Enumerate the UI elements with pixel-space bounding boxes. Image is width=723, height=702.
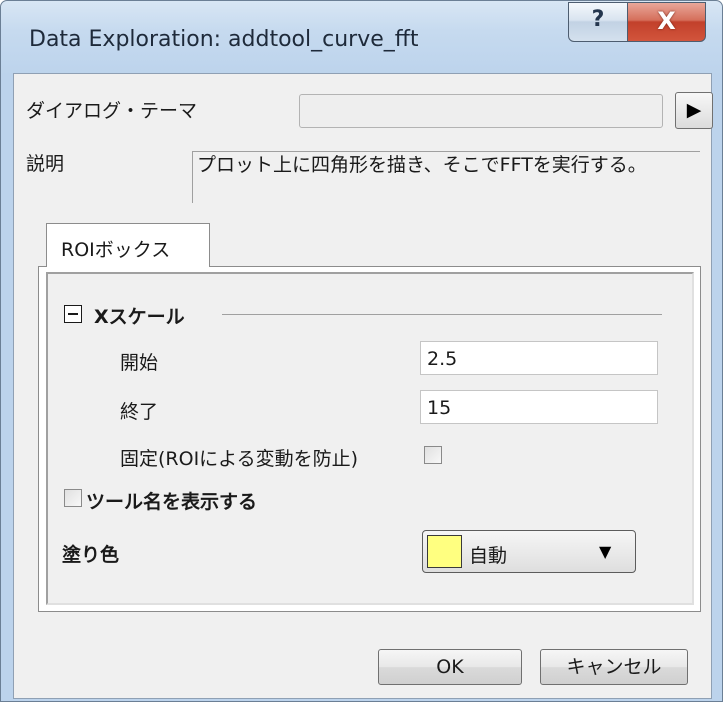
end-label: 終了 (120, 401, 159, 423)
help-button[interactable]: ? (568, 2, 628, 42)
end-input[interactable]: 15 (420, 390, 658, 424)
fix-label: 固定(ROIによる変動を防止) (120, 448, 359, 470)
dialog-window: Data Exploration: addtool_curve_fft ? X … (0, 0, 723, 702)
theme-input[interactable] (299, 94, 663, 128)
xscale-header: Xスケール (94, 306, 185, 328)
tab-roi-box[interactable]: ROIボックス (46, 223, 210, 267)
collapse-toggle-icon[interactable] (64, 305, 82, 323)
start-label: 開始 (120, 352, 159, 374)
fill-color-value: 自動 (469, 545, 508, 567)
fix-checkbox[interactable] (424, 446, 442, 464)
window-title: Data Exploration: addtool_curve_fft (29, 27, 419, 52)
ok-button[interactable]: OK (378, 649, 522, 685)
color-swatch (427, 535, 462, 568)
show-tool-name-label: ツール名を表示する (86, 491, 258, 513)
cancel-button[interactable]: キャンセル (540, 649, 688, 685)
group-divider (222, 314, 662, 315)
close-button[interactable]: X (627, 2, 706, 42)
fill-color-dropdown[interactable]: 自動 ▼ (422, 530, 636, 573)
fill-color-label: 塗り色 (62, 544, 120, 566)
theme-menu-button[interactable]: ▶ (675, 92, 713, 129)
close-icon: X (657, 7, 676, 35)
description-text: プロット上に四角形を描き、そこでFFTを実行する。 (192, 151, 700, 203)
description-label: 説明 (26, 153, 65, 175)
triangle-right-icon: ▶ (686, 99, 702, 121)
theme-label: ダイアログ・テーマ (26, 100, 198, 122)
show-tool-name-checkbox[interactable] (64, 489, 82, 507)
help-icon: ? (591, 7, 605, 32)
chevron-down-icon: ▼ (599, 542, 612, 561)
tab-roi-box-label: ROIボックス (61, 239, 171, 261)
dialog-client-area: ダイアログ・テーマ ▶ 説明 プロット上に四角形を描き、そこでFFTを実行する。… (13, 73, 713, 699)
start-input[interactable]: 2.5 (420, 341, 658, 375)
